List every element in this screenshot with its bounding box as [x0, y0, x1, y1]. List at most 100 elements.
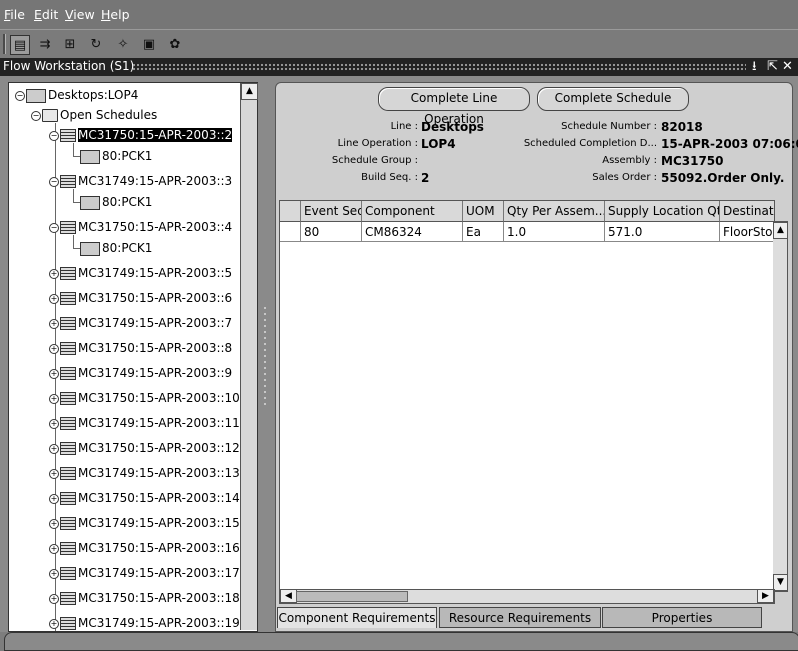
collapse-icon[interactable]: − [49, 222, 59, 233]
tab-resource-requirements[interactable]: Resource Requirements [439, 607, 601, 628]
tree-item[interactable]: + MC31749:15-APR-2003::15 [49, 515, 240, 531]
schedule-icon [60, 392, 76, 405]
column-header[interactable]: Destinati [720, 201, 774, 222]
expand-icon[interactable]: + [49, 518, 59, 529]
collapse-icon[interactable]: − [49, 130, 59, 141]
tree-item[interactable]: − MC31750:15-APR-2003::2 [49, 127, 234, 143]
tree-view-icon[interactable]: ▤ [10, 35, 30, 55]
column-header[interactable]: UOM [463, 201, 504, 222]
tree-item[interactable]: + MC31749:15-APR-2003::7 [49, 315, 232, 331]
tree-item[interactable]: − MC31749:15-APR-2003::3 [49, 173, 232, 189]
expand-icon[interactable]: + [49, 443, 59, 454]
expand-icon[interactable]: ⇉ [36, 35, 54, 53]
expand-icon[interactable]: + [49, 543, 59, 554]
table-cell[interactable]: FloorStoc [720, 222, 774, 242]
complete-schedule-button[interactable]: Complete Schedule [537, 87, 689, 111]
sales-order-value: 55092.Order Only. [661, 171, 785, 185]
minimize-icon[interactable]: ⭳ [752, 58, 757, 76]
tree-root[interactable]: − Desktops:LOP4 [15, 87, 138, 103]
tree-item-label: MC31749:15-APR-2003::19 [78, 616, 240, 630]
tree-scrollbar[interactable]: ▲ [240, 83, 258, 630]
expand-icon[interactable]: + [49, 593, 59, 604]
expand-icon[interactable]: + [49, 468, 59, 479]
menu-help[interactable]: Help [101, 7, 130, 22]
table-cell[interactable]: 80 [301, 222, 362, 242]
expand-icon[interactable]: + [49, 318, 59, 329]
tree-item[interactable]: + MC31750:15-APR-2003::14 [49, 490, 240, 506]
collapse-icon[interactable]: − [31, 110, 41, 121]
column-header[interactable]: Qty Per Assem... [504, 201, 605, 222]
schedule-icon [60, 417, 76, 430]
document-icon[interactable]: ▣ [140, 35, 158, 53]
column-header[interactable]: Component [362, 201, 463, 222]
column-header[interactable]: Supply Location Qty [605, 201, 720, 222]
tree-item[interactable]: + MC31750:15-APR-2003::6 [49, 290, 232, 306]
tree-item[interactable]: + MC31749:15-APR-2003::9 [49, 365, 232, 381]
table-cell[interactable]: 571.0 [605, 222, 720, 242]
hierarchy-icon[interactable]: ⊞ [61, 35, 79, 53]
schedule-icon [60, 467, 76, 480]
complete-line-operation-button[interactable]: Complete Line Operation [378, 87, 530, 126]
tree-item-label: MC31749:15-APR-2003::7 [78, 316, 233, 330]
table-cell[interactable]: CM86324 [362, 222, 463, 242]
tree-item[interactable]: + MC31749:15-APR-2003::19 [49, 615, 240, 631]
ribbon-icon[interactable]: ✿ [166, 35, 184, 53]
scroll-up-icon[interactable]: ▲ [241, 83, 258, 100]
refresh-icon[interactable]: ↻ [87, 35, 105, 53]
expand-icon[interactable]: + [49, 418, 59, 429]
expand-icon[interactable]: + [49, 268, 59, 279]
tree-item[interactable]: + MC31750:15-APR-2003::12 [49, 440, 240, 456]
tree-item[interactable]: + MC31750:15-APR-2003::8 [49, 340, 232, 356]
tree-item[interactable]: + MC31750:15-APR-2003::16 [49, 540, 240, 556]
scroll-down-icon[interactable]: ▼ [773, 574, 788, 591]
tree-item[interactable]: + MC31749:15-APR-2003::17 [49, 565, 240, 581]
expand-icon[interactable]: + [49, 568, 59, 579]
table-horizontal-scrollbar[interactable]: ◀ ▶ [279, 589, 775, 604]
tree-child[interactable]: 80:PCK1 [79, 194, 152, 210]
tree-child[interactable]: 80:PCK1 [79, 240, 152, 256]
close-icon[interactable]: ✕ [782, 58, 793, 76]
menu-file[interactable]: File [4, 7, 25, 22]
expand-icon[interactable]: + [49, 343, 59, 354]
schedule-icon [60, 442, 76, 455]
tree-item[interactable]: + MC31749:15-APR-2003::13 [49, 465, 240, 481]
menu-view[interactable]: View [65, 7, 95, 22]
tree-item[interactable]: + MC31750:15-APR-2003::18 [49, 590, 240, 606]
tree-item[interactable]: + MC31750:15-APR-2003::10 [49, 390, 240, 406]
schedule-icon [60, 129, 76, 142]
table-vertical-scrollbar[interactable]: ▲ ▼ [773, 221, 788, 592]
tab-properties[interactable]: Properties [602, 607, 762, 628]
scroll-right-icon[interactable]: ▶ [757, 589, 774, 603]
table-cell[interactable]: 1.0 [504, 222, 605, 242]
tree-item[interactable]: + MC31749:15-APR-2003::5 [49, 265, 232, 281]
window-title: Flow Workstation (S1) [3, 59, 135, 73]
collapse-icon[interactable]: − [15, 90, 25, 101]
expand-icon[interactable]: + [49, 368, 59, 379]
tree-item-label: MC31750:15-APR-2003::6 [78, 291, 233, 305]
tree-item[interactable]: + MC31749:15-APR-2003::11 [49, 415, 240, 431]
menu-edit[interactable]: Edit [34, 7, 58, 22]
tab-component-requirements[interactable]: Component Requirements [277, 607, 437, 628]
expand-icon[interactable]: + [49, 293, 59, 304]
row-selector[interactable] [280, 222, 301, 242]
expand-icon[interactable]: + [49, 493, 59, 504]
expand-icon[interactable]: + [49, 618, 59, 629]
expand-icon[interactable]: + [49, 393, 59, 404]
maximize-icon[interactable]: ⇱ [767, 58, 778, 76]
tree-item[interactable]: − MC31750:15-APR-2003::4 [49, 219, 232, 235]
collapse-icon[interactable]: − [49, 176, 59, 187]
splitter-handle[interactable] [263, 305, 267, 405]
scroll-up-icon[interactable]: ▲ [773, 222, 788, 239]
tree-child[interactable]: 80:PCK1 [79, 148, 152, 164]
pin-icon[interactable]: ✧ [114, 35, 132, 53]
scroll-thumb[interactable] [296, 591, 408, 602]
tree-item-label: MC31749:15-APR-2003::11 [78, 416, 240, 430]
scroll-left-icon[interactable]: ◀ [280, 589, 297, 603]
tree-guide-line [73, 189, 74, 202]
tree-item-label: MC31750:15-APR-2003::14 [78, 491, 240, 505]
tree-guide-line [73, 143, 74, 156]
table-cell[interactable]: Ea [463, 222, 504, 242]
tree-folder[interactable]: − Open Schedules [31, 107, 157, 123]
column-header[interactable]: Event Seq [301, 201, 362, 222]
schedule-tree[interactable]: − Desktops:LOP4− Open Schedules − MC31750:15… [8, 82, 258, 632]
